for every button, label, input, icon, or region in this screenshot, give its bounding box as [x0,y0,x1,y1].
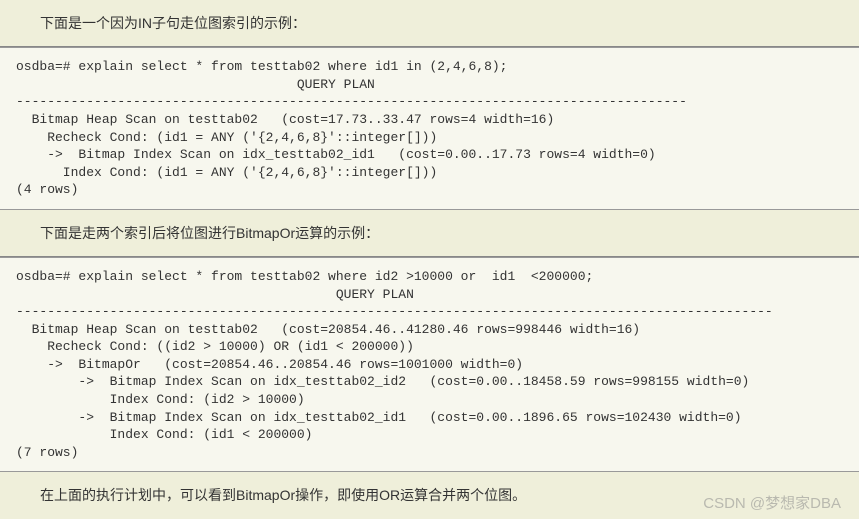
intro-paragraph-1: 下面是一个因为IN子句走位图索引的示例： [0,0,859,46]
summary-text: 在上面的执行计划中，可以看到BitmapOr操作，即使用OR运算合并两个位图。 [40,487,526,503]
intro-text-1: 下面是一个因为IN子句走位图索引的示例： [40,15,306,31]
intro-text-2: 下面是走两个索引后将位图进行BitmapOr运算的示例： [40,225,379,241]
intro-paragraph-2: 下面是走两个索引后将位图进行BitmapOr运算的示例： [0,210,859,256]
code-block-1: osdba=# explain select * from testtab02 … [0,47,859,209]
summary-paragraph: 在上面的执行计划中，可以看到BitmapOr操作，即使用OR运算合并两个位图。 [0,472,859,518]
code-block-2: osdba=# explain select * from testtab02 … [0,257,859,472]
